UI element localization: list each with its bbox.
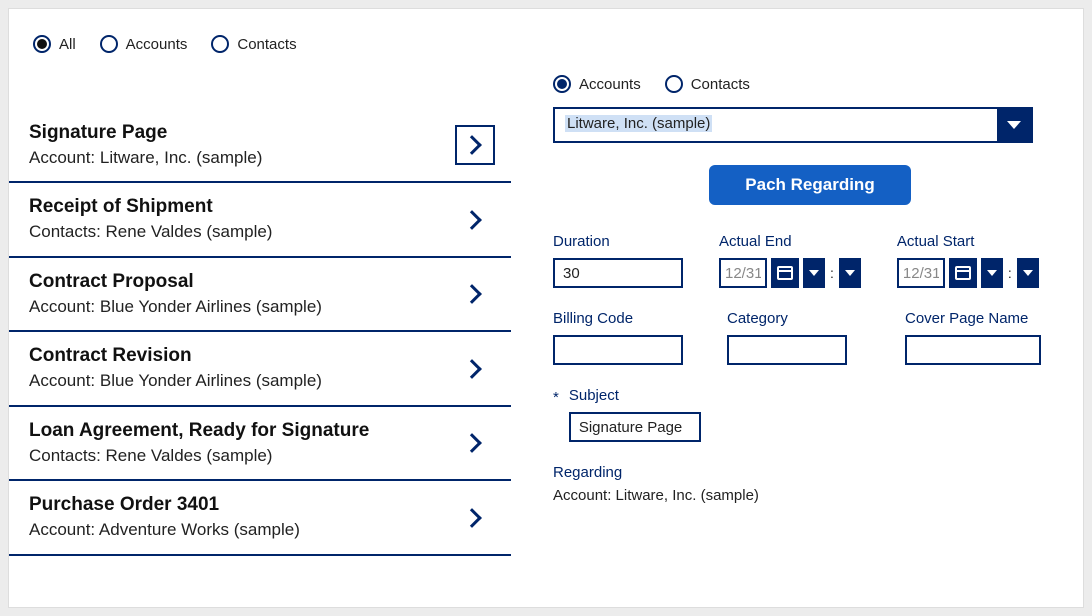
chevron-right-icon[interactable] [455, 423, 495, 463]
radio-icon [553, 75, 571, 93]
required-asterisk: * [553, 387, 559, 406]
top-filter-bar: All Accounts Contacts [9, 9, 1083, 63]
duration-field: Duration [553, 233, 683, 288]
list-item-text: Signature Page Account: Litware, Inc. (s… [29, 121, 262, 169]
list-item-text: Purchase Order 3401 Account: Adventure W… [29, 493, 300, 541]
filter-all-radio[interactable]: All [33, 35, 76, 53]
content-split: Signature Page Account: Litware, Inc. (s… [9, 63, 1083, 589]
time-colon: : [829, 265, 835, 281]
list-item[interactable]: Loan Agreement, Ready for Signature Cont… [9, 407, 511, 481]
list-item-text: Receipt of Shipment Contacts: Rene Valde… [29, 195, 272, 243]
chevron-right-icon[interactable] [455, 125, 495, 165]
minute-select[interactable] [1017, 258, 1039, 288]
actual-end-label: Actual End [719, 233, 861, 250]
billing-code-field: Billing Code [553, 310, 683, 365]
list-item[interactable]: Contract Revision Account: Blue Yonder A… [9, 332, 511, 406]
list-item-subtitle: Contacts: Rene Valdes (sample) [29, 444, 369, 468]
cover-page-name-label: Cover Page Name [905, 310, 1041, 327]
filter-contacts-radio[interactable]: Contacts [211, 35, 296, 53]
pach-regarding-button[interactable]: Pach Regarding [709, 165, 910, 205]
detail-filter-accounts-label: Accounts [579, 76, 641, 93]
list-item[interactable]: Contract Proposal Account: Blue Yonder A… [9, 258, 511, 332]
chevron-down-icon[interactable] [997, 109, 1031, 141]
chevron-right-icon[interactable] [455, 274, 495, 314]
filter-accounts-radio[interactable]: Accounts [100, 35, 188, 53]
regarding-value: Account: Litware, Inc. (sample) [553, 487, 1067, 504]
regarding-combo[interactable]: Litware, Inc. (sample) [553, 107, 1033, 143]
list-item-subtitle: Account: Litware, Inc. (sample) [29, 146, 262, 170]
list-item-title: Purchase Order 3401 [29, 493, 300, 518]
cover-page-name-input[interactable] [905, 335, 1041, 365]
time-colon: : [1007, 265, 1013, 281]
billing-code-label: Billing Code [553, 310, 683, 327]
detail-filter-contacts-label: Contacts [691, 76, 750, 93]
radio-icon [100, 35, 118, 53]
calendar-icon[interactable] [771, 258, 799, 288]
detail-filter-accounts-radio[interactable]: Accounts [553, 75, 641, 93]
list-item-text: Loan Agreement, Ready for Signature Cont… [29, 419, 369, 467]
subject-field: Subject [569, 387, 701, 442]
list-item-title: Contract Revision [29, 344, 322, 369]
list-item[interactable]: Signature Page Account: Litware, Inc. (s… [9, 109, 511, 183]
list-item[interactable]: Purchase Order 3401 Account: Adventure W… [9, 481, 511, 555]
list-item-subtitle: Account: Blue Yonder Airlines (sample) [29, 369, 322, 393]
actual-end-date-input[interactable] [719, 258, 767, 288]
billing-code-input[interactable] [553, 335, 683, 365]
actual-start-label: Actual Start [897, 233, 1039, 250]
calendar-icon[interactable] [949, 258, 977, 288]
category-label: Category [727, 310, 847, 327]
subject-input[interactable] [569, 412, 701, 442]
fields-row-2: Billing Code Category Cover Page Name [553, 310, 1067, 365]
actual-start-dategroup: : [897, 258, 1039, 288]
fields-row-1: Duration Actual End : Actual Start [553, 233, 1067, 288]
detail-filter-bar: Accounts Contacts [553, 75, 1067, 93]
list-item-subtitle: Contacts: Rene Valdes (sample) [29, 220, 272, 244]
chevron-right-icon[interactable] [455, 498, 495, 538]
list-item[interactable]: Receipt of Shipment Contacts: Rene Valde… [9, 183, 511, 257]
filter-contacts-label: Contacts [237, 36, 296, 53]
actual-start-field: Actual Start : [897, 233, 1039, 288]
cover-page-name-field: Cover Page Name [905, 310, 1041, 365]
chevron-right-icon[interactable] [455, 200, 495, 240]
subject-row: * Subject [553, 387, 1067, 442]
detail-filter-contacts-radio[interactable]: Contacts [665, 75, 750, 93]
duration-input[interactable] [553, 258, 683, 288]
subject-label: Subject [569, 387, 701, 404]
filter-accounts-label: Accounts [126, 36, 188, 53]
list-item-subtitle: Account: Adventure Works (sample) [29, 518, 300, 542]
radio-icon [665, 75, 683, 93]
regarding-label: Regarding [553, 464, 1067, 481]
actual-start-date-input[interactable] [897, 258, 945, 288]
list-item-subtitle: Account: Blue Yonder Airlines (sample) [29, 295, 322, 319]
list-item-title: Signature Page [29, 121, 262, 146]
list-item-text: Contract Proposal Account: Blue Yonder A… [29, 270, 322, 318]
hour-select[interactable] [981, 258, 1003, 288]
category-input[interactable] [727, 335, 847, 365]
duration-label: Duration [553, 233, 683, 250]
category-field: Category [727, 310, 847, 365]
list-item-title: Receipt of Shipment [29, 195, 272, 220]
list-item-text: Contract Revision Account: Blue Yonder A… [29, 344, 322, 392]
list-item-title: Loan Agreement, Ready for Signature [29, 419, 369, 444]
app-root: All Accounts Contacts Signature Page Acc… [8, 8, 1084, 608]
actual-end-field: Actual End : [719, 233, 861, 288]
record-list: Signature Page Account: Litware, Inc. (s… [9, 63, 511, 589]
regarding-field: Regarding Account: Litware, Inc. (sample… [553, 464, 1067, 504]
minute-select[interactable] [839, 258, 861, 288]
regarding-combo-value: Litware, Inc. (sample) [555, 109, 997, 141]
radio-icon [33, 35, 51, 53]
radio-icon [211, 35, 229, 53]
hour-select[interactable] [803, 258, 825, 288]
detail-panel: Accounts Contacts Litware, Inc. (sample)… [511, 63, 1083, 589]
chevron-right-icon[interactable] [455, 349, 495, 389]
filter-all-label: All [59, 36, 76, 53]
actual-end-dategroup: : [719, 258, 861, 288]
list-item-title: Contract Proposal [29, 270, 322, 295]
